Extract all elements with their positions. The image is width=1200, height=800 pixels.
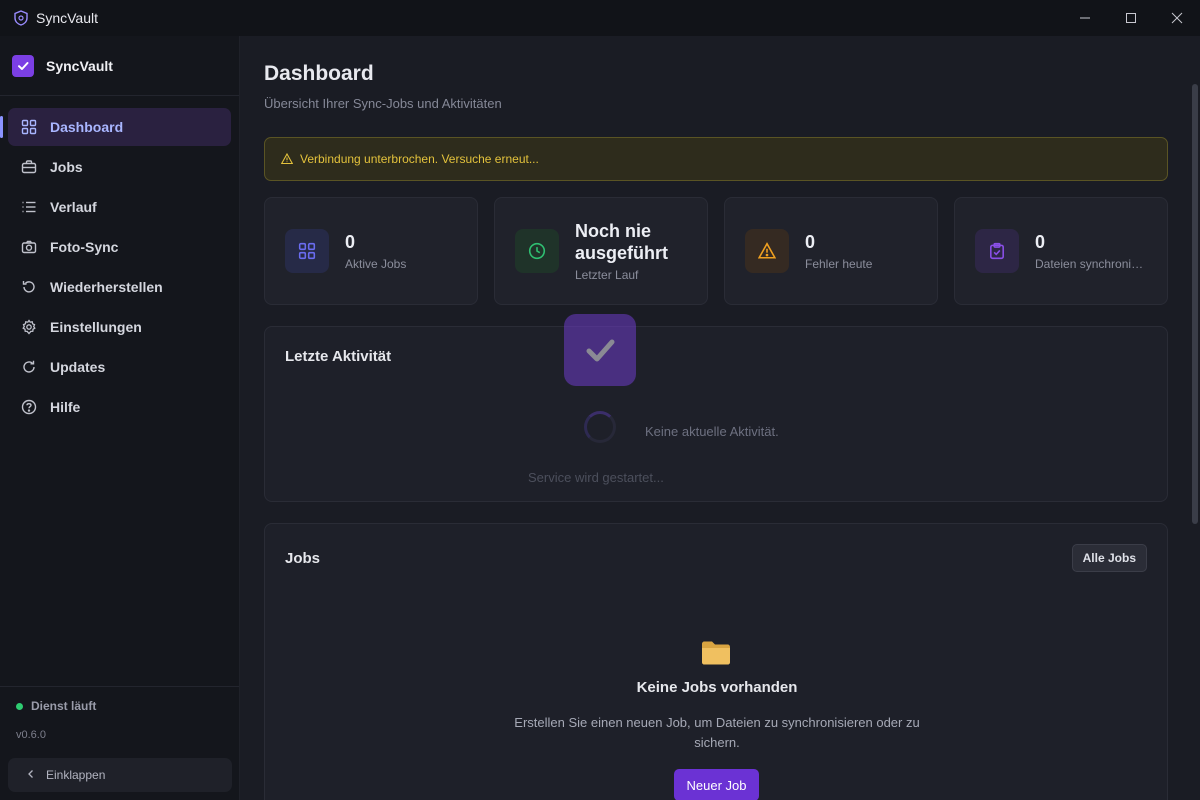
help-icon (20, 398, 38, 416)
close-button[interactable] (1154, 0, 1200, 36)
loading-spinner-icon (584, 411, 616, 443)
sidebar: SyncVault Dashboard Jobs Verlauf Foto-Sy… (0, 36, 240, 800)
sidebar-item-label: Hilfe (50, 399, 81, 415)
sidebar-item-label: Dashboard (50, 119, 124, 135)
stat-value: 0 (805, 232, 816, 252)
version-label: v0.6.0 (16, 729, 46, 741)
camera-icon (20, 238, 38, 256)
restore-icon (20, 278, 38, 296)
title-bar: SyncVault (0, 0, 1200, 36)
status-dot-icon (16, 702, 23, 710)
sidebar-item-dashboard[interactable]: Dashboard (0, 108, 231, 146)
gear-icon (20, 318, 38, 336)
page-subtitle: Übersicht Ihrer Sync-Jobs und Aktivitäte… (264, 96, 502, 111)
minimize-button[interactable] (1062, 0, 1108, 36)
stat-value: 0 (1035, 232, 1046, 252)
stat-label: Letzter Lauf (575, 268, 639, 282)
scrollbar-thumb[interactable] (1192, 84, 1198, 524)
grid-icon (285, 229, 329, 273)
sidebar-item-hilfe[interactable]: Hilfe (8, 388, 231, 426)
jobs-empty-description: Erstellen Sie einen neuen Job, um Dateie… (514, 715, 920, 750)
stat-label: Aktive Jobs (345, 257, 407, 271)
service-status: Dienst läuft (0, 699, 239, 713)
sidebar-item-updates[interactable]: Updates (8, 348, 231, 386)
minimize-icon (1080, 17, 1090, 19)
scrollbar[interactable] (1190, 36, 1200, 800)
clipboard-check-icon (975, 229, 1019, 273)
sidebar-item-label: Foto-Sync (50, 239, 119, 255)
clock-icon (515, 229, 559, 273)
stat-label: Dateien synchronisiert (1035, 257, 1147, 271)
stat-card-active-jobs: 0 Aktive Jobs (264, 197, 478, 305)
alert-text: Verbindung unterbrochen. Versuche erneut… (300, 152, 539, 166)
brand: SyncVault (0, 36, 239, 96)
service-status-text: Dienst läuft (31, 699, 97, 713)
refresh-icon (20, 358, 38, 376)
window-controls (1062, 0, 1200, 36)
main-content: Dashboard Übersicht Ihrer Sync-Jobs und … (240, 36, 1190, 800)
close-icon (1171, 12, 1183, 24)
stat-card-errors: 0 Fehler heute (724, 197, 938, 305)
sidebar-item-verlauf[interactable]: Verlauf (8, 188, 231, 226)
stats-row: 0 Aktive Jobs Noch nie ausgeführt Letzte… (264, 197, 1168, 305)
sidebar-nav: Dashboard Jobs Verlauf Foto-Sync Wiederh… (0, 96, 239, 426)
stat-label: Fehler heute (805, 257, 873, 271)
sidebar-item-label: Verlauf (50, 199, 97, 215)
grid-icon (20, 118, 38, 136)
briefcase-icon (20, 158, 38, 176)
collapse-label: Einklappen (46, 768, 106, 782)
jobs-empty-title: Keine Jobs vorhanden (636, 679, 798, 696)
shield-icon (13, 10, 29, 26)
stat-card-synced-files: 0 Dateien synchronisiert (954, 197, 1168, 305)
sidebar-item-label: Jobs (50, 159, 83, 175)
connection-alert: Verbindung unterbrochen. Versuche erneut… (264, 137, 1168, 181)
checkmark-logo-icon (12, 54, 34, 77)
brand-name: SyncVault (46, 57, 113, 74)
warning-icon (745, 229, 789, 273)
activity-title: Letzte Aktivität (285, 348, 392, 365)
activity-card: Letzte Aktivität Keine aktuelle Aktivitä… (264, 326, 1168, 502)
stat-value: Noch nie ausgeführt (575, 221, 669, 263)
stat-card-last-run: Noch nie ausgeführt Letzter Lauf (494, 197, 708, 305)
page-title: Dashboard (264, 62, 374, 85)
list-icon (20, 198, 38, 216)
folder-icon (701, 638, 731, 666)
loading-text: Service wird gestartet... (528, 470, 664, 485)
chevron-left-icon (26, 766, 36, 784)
startup-logo-icon (564, 314, 636, 386)
sidebar-item-label: Einstellungen (50, 319, 142, 335)
maximize-icon (1126, 13, 1136, 23)
sidebar-item-label: Updates (50, 359, 106, 375)
sidebar-item-einstellungen[interactable]: Einstellungen (8, 308, 231, 346)
jobs-card: Jobs Alle Jobs Keine Jobs vorhanden Erst… (264, 523, 1168, 800)
all-jobs-button[interactable]: Alle Jobs (1071, 544, 1147, 572)
new-job-button[interactable]: Neuer Job (674, 769, 759, 800)
warning-icon (281, 153, 293, 165)
sidebar-item-jobs[interactable]: Jobs (8, 148, 231, 186)
stat-value: 0 (345, 232, 356, 252)
window-title: SyncVault (36, 10, 98, 26)
jobs-title: Jobs (285, 550, 321, 567)
sidebar-item-label: Wiederherstellen (50, 279, 163, 295)
collapse-button[interactable]: Einklappen (8, 758, 232, 792)
sidebar-item-wiederherstellen[interactable]: Wiederherstellen (8, 268, 231, 306)
activity-empty-text: Keine aktuelle Aktivität. (645, 424, 779, 439)
sidebar-item-foto-sync[interactable]: Foto-Sync (8, 228, 231, 266)
maximize-button[interactable] (1108, 0, 1154, 36)
